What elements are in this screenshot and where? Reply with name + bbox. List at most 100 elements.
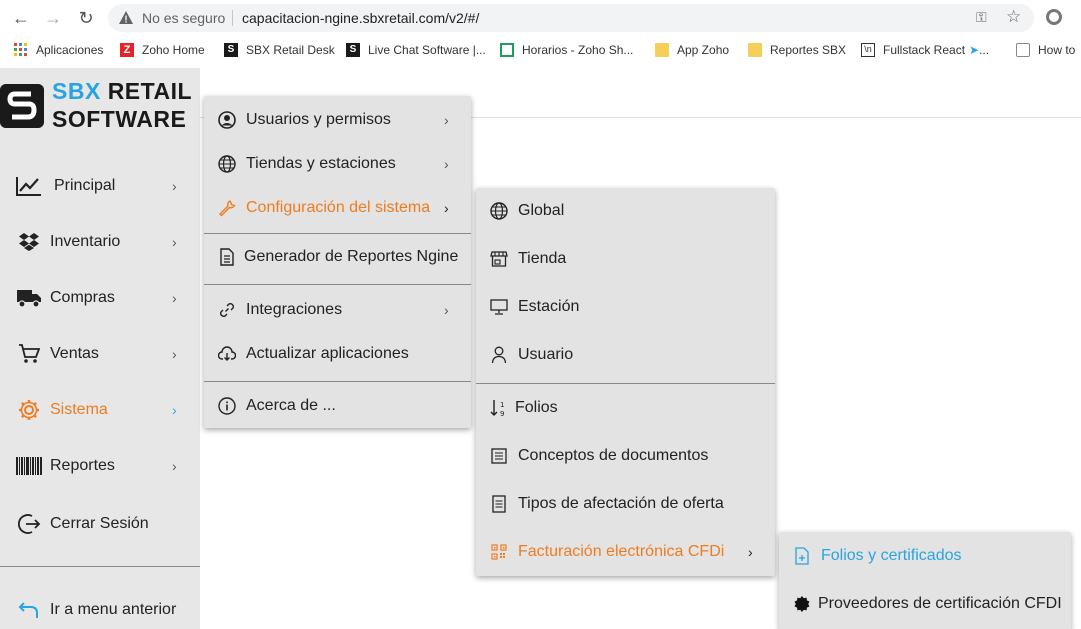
fullstack-icon: \n — [861, 43, 875, 57]
logout-button[interactable]: Cerrar Sesión — [0, 504, 200, 544]
bookmark-label: App Zoho — [677, 43, 730, 57]
barcode-icon — [16, 455, 42, 477]
sidebar-item-sistema[interactable]: Sistema › — [0, 390, 200, 430]
logout-icon — [16, 513, 42, 535]
undo-arrow-icon — [16, 599, 42, 621]
globe-icon — [490, 202, 508, 220]
info-icon — [218, 397, 236, 415]
menu-item-conceptos-documentos[interactable]: Conceptos de documentos — [476, 436, 775, 476]
menu-item-usuarios-permisos[interactable]: Usuarios y permisos › — [204, 100, 471, 140]
sidebar-item-compras[interactable]: Compras › — [0, 278, 200, 318]
star-icon[interactable]: ☆ — [1006, 7, 1021, 27]
bookmark-how-to[interactable]: How to — [1016, 41, 1075, 59]
menu-item-folios-certificados[interactable]: Folios y certificados — [779, 536, 1071, 576]
globe-icon — [218, 155, 236, 173]
menu-item-label: Generador de Reportes Ngine — [244, 248, 459, 265]
configuracion-submenu: Global Tienda Estación Usuario 19 Folios… — [476, 188, 775, 576]
bookmark-zoho-home[interactable]: Z Zoho Home — [120, 41, 205, 59]
menu-item-configuracion-sistema[interactable]: Configuración del sistema › — [204, 188, 471, 228]
reload-icon[interactable]: ↻ — [74, 6, 98, 30]
logo-retail-text: RETAIL — [107, 78, 193, 104]
browser-toolbar: ← → ↻ No es seguro capacitacion-ngine.sb… — [0, 0, 1081, 36]
menu-item-usuario[interactable]: Usuario — [476, 335, 775, 375]
menu-item-tipos-afectacion[interactable]: Tipos de afectación de oferta — [476, 484, 775, 524]
folder-icon — [655, 43, 669, 57]
sidebar-item-reportes[interactable]: Reportes › — [0, 446, 200, 486]
sidebar-item-label: Reportes — [50, 457, 115, 474]
chevron-right-icon: › — [444, 112, 449, 128]
monitor-icon — [490, 298, 508, 316]
sidebar-item-principal[interactable]: Principal › — [0, 166, 200, 206]
truck-icon — [16, 287, 42, 309]
menu-item-tienda[interactable]: Tienda — [476, 239, 775, 279]
bookmark-live-chat[interactable]: S Live Chat Software |... — [346, 41, 486, 59]
menu-item-integraciones[interactable]: Integraciones › — [204, 290, 471, 330]
menu-item-label: Tiendas y estaciones — [246, 155, 396, 172]
forward-arrow-icon[interactable]: → — [41, 6, 65, 30]
menu-divider — [476, 383, 775, 384]
url-text[interactable]: capacitacion-ngine.sbxretail.com/v2/#/ — [242, 10, 479, 26]
folder-icon — [748, 43, 762, 57]
menu-divider — [204, 233, 471, 234]
menu-item-label: Facturación electrónica CFDi — [518, 543, 725, 560]
menu-item-label: Global — [518, 202, 565, 219]
bookmark-label: Live Chat Software |... — [368, 43, 486, 57]
menu-item-label: Proveedores de certificación CFDI — [818, 595, 1062, 612]
bookmark-reportes-sbx[interactable]: Reportes SBX — [748, 41, 846, 59]
chevron-right-icon: › — [444, 156, 449, 172]
menu-item-label: Tienda — [518, 250, 567, 267]
menu-divider — [204, 284, 471, 285]
sheet-icon — [500, 43, 514, 57]
chevron-right-icon: › — [172, 290, 177, 306]
sbx-logo[interactable]: SBX RETAIL SOFTWARE — [0, 70, 200, 132]
menu-item-generador-reportes[interactable]: Generador de Reportes Ngine — [204, 237, 471, 277]
menu-item-label: Usuario — [518, 346, 574, 363]
bookmarks-bar: Aplicaciones Z Zoho Home S SBX Retail De… — [0, 36, 1081, 64]
sidebar-item-label: Principal — [54, 177, 116, 194]
list-doc-icon — [490, 447, 508, 465]
bookmark-label: Fullstack React — [883, 43, 966, 57]
back-arrow-icon[interactable]: ← — [9, 6, 33, 30]
back-menu-button[interactable]: Ir a menu anterior — [0, 590, 200, 629]
menu-item-proveedores-certificacion[interactable]: Proveedores de certificación CFDI — [779, 584, 1071, 624]
menu-item-actualizar-aplicaciones[interactable]: Actualizar aplicaciones — [204, 334, 471, 374]
menu-item-label: Estación — [518, 298, 580, 315]
bookmark-apps[interactable]: Aplicaciones — [14, 41, 103, 59]
menu-item-label: Folios y certificados — [821, 547, 962, 564]
svg-text:9: 9 — [500, 410, 504, 417]
link-icon — [218, 301, 236, 319]
menu-item-facturacion-cfdi[interactable]: Facturación electrónica CFDi › — [476, 532, 775, 572]
cloud-download-icon — [218, 345, 236, 363]
bookmark-app-zoho[interactable]: App Zoho — [655, 41, 729, 59]
menu-item-global[interactable]: Global — [476, 191, 775, 231]
logout-label: Cerrar Sesión — [50, 515, 149, 532]
bookmark-label: How to — [1038, 43, 1076, 57]
wrench-icon — [218, 199, 236, 217]
menu-item-estacion[interactable]: Estación — [476, 287, 775, 327]
bookmark-sbx-retail-desk[interactable]: S SBX Retail Desk — [224, 41, 335, 59]
sbx-icon: S — [346, 43, 360, 57]
chevron-right-icon: › — [444, 200, 449, 216]
menu-divider — [204, 381, 471, 382]
sidebar-item-ventas[interactable]: Ventas › — [0, 334, 200, 374]
menu-item-label: Actualizar aplicaciones — [246, 345, 409, 362]
extension-icon[interactable] — [1046, 9, 1062, 25]
menu-item-tiendas-estaciones[interactable]: Tiendas y estaciones › — [204, 144, 471, 184]
svg-text:1: 1 — [500, 401, 504, 409]
menu-item-label: Configuración del sistema — [246, 199, 431, 216]
logo-line2: SOFTWARE — [52, 106, 187, 132]
chevron-right-icon: › — [172, 346, 177, 362]
menu-item-acerca-de[interactable]: Acerca de ... — [204, 386, 471, 426]
receipt-icon — [490, 495, 508, 513]
key-icon[interactable]: ⚿ — [976, 9, 987, 26]
omnibox-divider — [232, 10, 233, 26]
qrcode-icon — [490, 543, 508, 561]
menu-item-folios[interactable]: 19 Folios — [476, 388, 775, 428]
bookmark-horarios[interactable]: Horarios - Zoho Sh... — [500, 41, 633, 59]
menu-item-label: Usuarios y permisos — [246, 111, 391, 128]
bookmark-label: SBX Retail Desk — [246, 43, 335, 57]
sidebar-item-inventario[interactable]: Inventario › — [0, 222, 200, 262]
sidebar-item-label: Compras — [50, 289, 115, 306]
address-bar[interactable]: No es seguro capacitacion-ngine.sbxretai… — [108, 4, 1034, 32]
bookmark-fullstack-react[interactable]: \n Fullstack React ➤... — [861, 41, 989, 59]
